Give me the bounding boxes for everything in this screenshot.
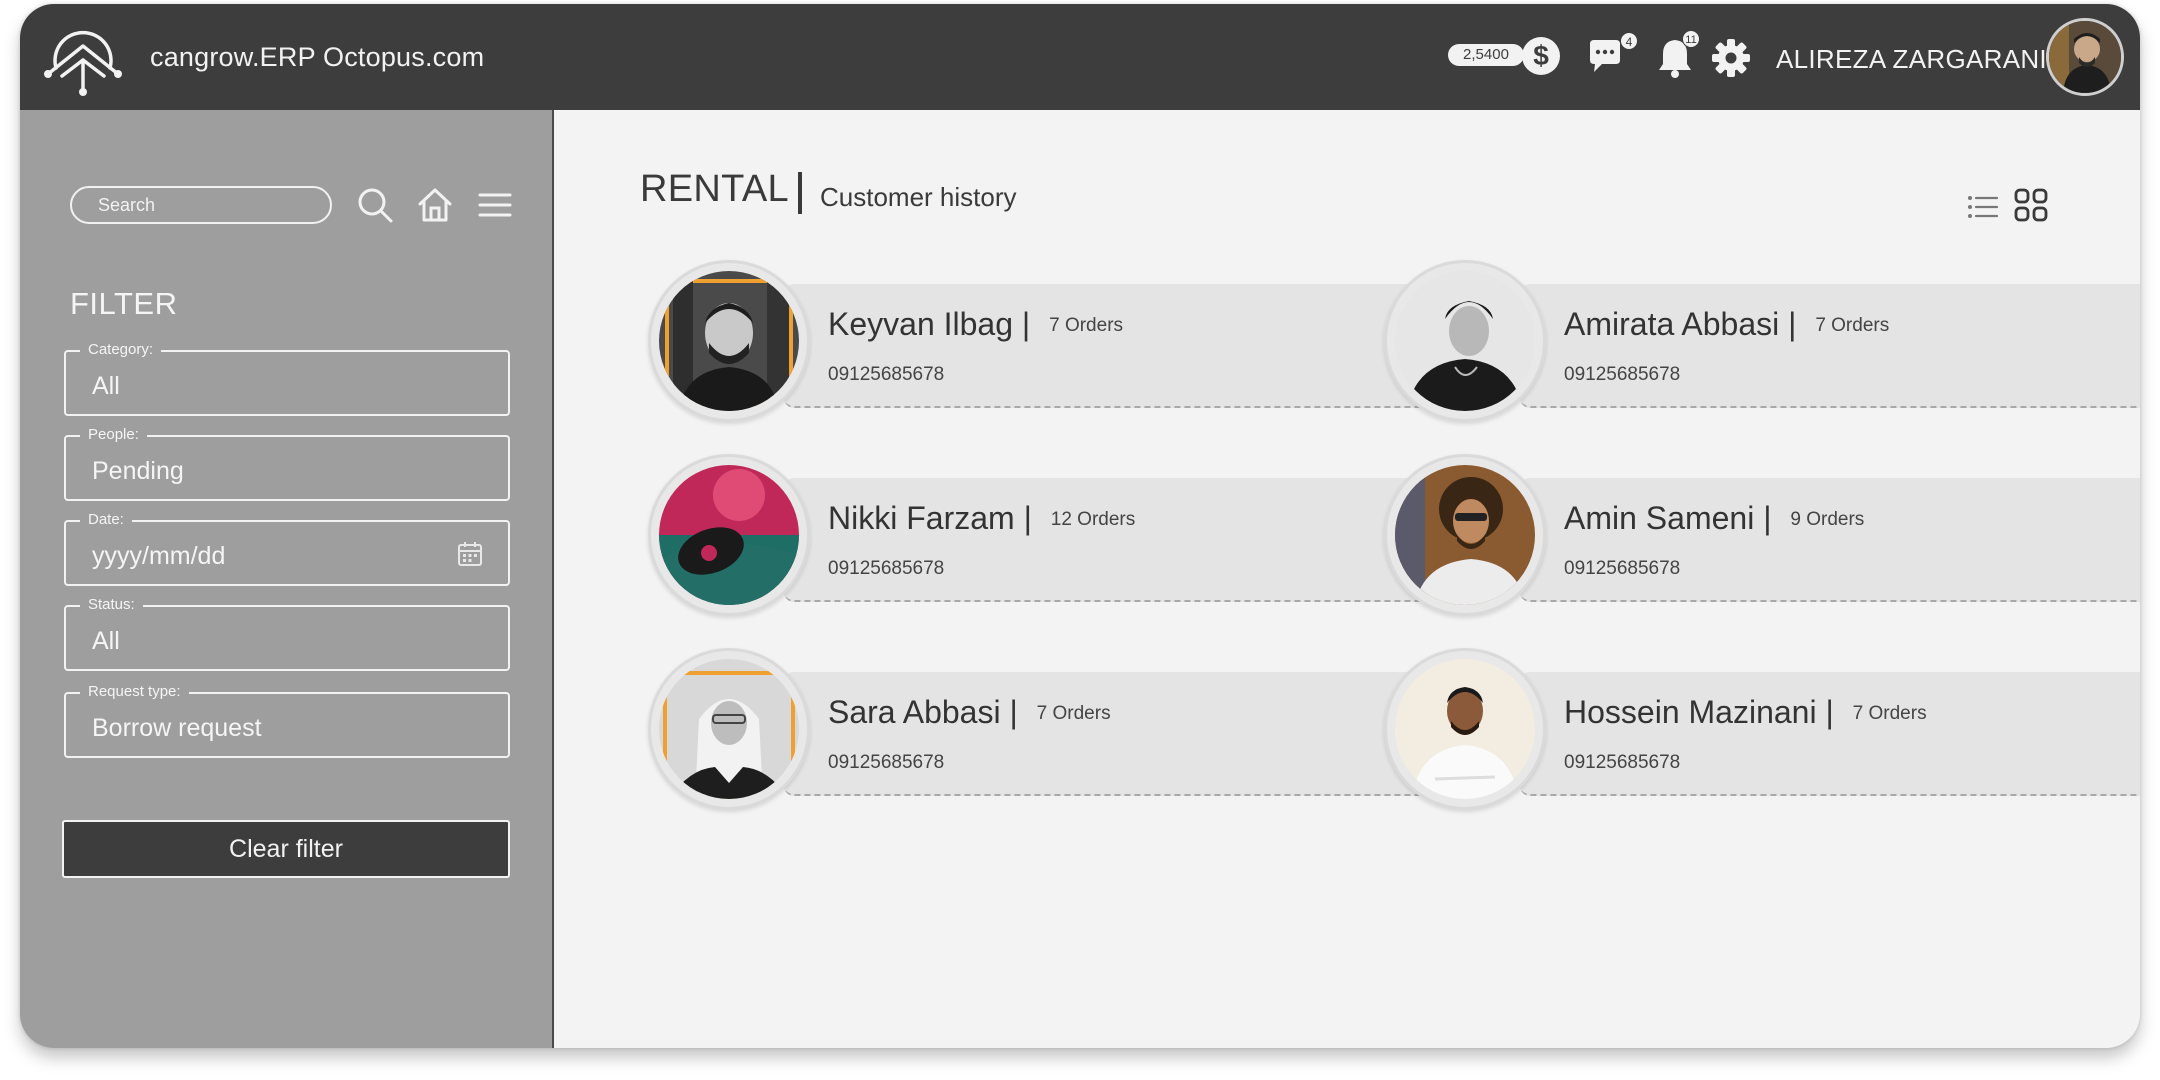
- customer-avatar: [1395, 465, 1535, 605]
- user-name[interactable]: ALIREZA ZARGARANI: [1776, 44, 2047, 75]
- page-subtitle: Customer history: [820, 182, 1017, 212]
- customer-card[interactable]: Hossein Mazinani | 7 Orders 09125685678: [1384, 648, 2140, 810]
- app-title: cangrow.ERP Octopus.com: [150, 42, 485, 72]
- date-field[interactable]: Date: yyyy/mm/dd: [64, 511, 510, 586]
- date-value: yyyy/mm/dd: [92, 542, 226, 570]
- customer-orders: 9 Orders: [1790, 509, 1865, 530]
- app-window: cangrow.ERP Octopus.com 2,5400 $ 4 11 AL…: [20, 4, 2140, 1048]
- category-value: All: [92, 372, 120, 400]
- customer-name: Sara Abbasi | 7 Orders: [828, 694, 1111, 730]
- customer-avatar-frame: [648, 260, 810, 422]
- search-input[interactable]: [70, 186, 332, 224]
- people-value: Pending: [92, 457, 184, 485]
- status-select[interactable]: Status: All: [64, 596, 510, 671]
- customer-avatar-frame: [1384, 454, 1546, 616]
- logo-icon[interactable]: [42, 16, 124, 98]
- customer-avatar: [1395, 659, 1535, 799]
- customer-avatar: [1395, 271, 1535, 411]
- request-type-value: Borrow request: [92, 714, 262, 742]
- customer-phone: 09125685678: [828, 364, 945, 385]
- main-content: RENTAL Customer history Keyvan Ilbag | 7…: [556, 110, 2140, 1048]
- customer-card[interactable]: Amin Sameni | 9 Orders 09125685678: [1384, 454, 2140, 616]
- customer-avatar: [659, 465, 799, 605]
- customer-avatar: [659, 271, 799, 411]
- customer-phone: 09125685678: [1564, 558, 1681, 579]
- menu-icon[interactable]: [474, 184, 516, 226]
- date-label: Date:: [80, 511, 132, 528]
- balance-amount[interactable]: 2,5400: [1448, 44, 1524, 66]
- customer-phone: 09125685678: [1564, 752, 1681, 773]
- people-label: People:: [80, 426, 147, 443]
- list-view-icon[interactable]: [1966, 192, 2000, 222]
- customer-avatar-frame: [1384, 648, 1546, 810]
- messages-badge: 4: [1620, 32, 1638, 50]
- filter-sidebar: FILTER Category: All People: Pending Dat…: [20, 110, 554, 1048]
- customer-orders: 12 Orders: [1050, 509, 1136, 530]
- customer-phone: 09125685678: [1564, 364, 1681, 385]
- customer-avatar-frame: [648, 454, 810, 616]
- home-icon[interactable]: [414, 184, 456, 226]
- customer-orders: 7 Orders: [1852, 703, 1927, 724]
- request-type-label: Request type:: [80, 683, 189, 700]
- customer-card[interactable]: Keyvan Ilbag | 7 Orders 09125685678: [648, 260, 1450, 422]
- customer-card[interactable]: Sara Abbasi | 7 Orders 09125685678: [648, 648, 1450, 810]
- customer-name: Hossein Mazinani | 7 Orders: [1564, 694, 1927, 730]
- customer-phone: 09125685678: [828, 558, 945, 579]
- search-icon[interactable]: [354, 184, 396, 226]
- people-select[interactable]: People: Pending: [64, 426, 510, 501]
- customer-phone: 09125685678: [828, 752, 945, 773]
- customer-card[interactable]: Amirata Abbasi | 7 Orders 09125685678: [1384, 260, 2140, 422]
- dollar-icon[interactable]: $: [1522, 37, 1560, 75]
- status-value: All: [92, 627, 120, 655]
- clear-filter-button[interactable]: Clear filter: [62, 820, 510, 878]
- customer-name: Amirata Abbasi | 7 Orders: [1564, 306, 1890, 342]
- grid-view-icon[interactable]: [2014, 188, 2048, 222]
- title-divider: [798, 172, 802, 214]
- request-type-select[interactable]: Request type: Borrow request: [64, 683, 510, 758]
- page-title: RENTAL: [640, 168, 789, 210]
- category-select[interactable]: Category: All: [64, 341, 510, 416]
- customer-card[interactable]: Nikki Farzam | 12 Orders 09125685678: [648, 454, 1450, 616]
- calendar-icon[interactable]: [456, 540, 484, 568]
- customer-orders: 7 Orders: [1049, 315, 1124, 336]
- customer-name: Nikki Farzam | 12 Orders: [828, 500, 1136, 536]
- category-label: Category:: [80, 341, 162, 358]
- status-label: Status:: [80, 596, 143, 613]
- customer-name: Keyvan Ilbag | 7 Orders: [828, 306, 1124, 342]
- customer-orders: 7 Orders: [1815, 315, 1890, 336]
- user-avatar[interactable]: [2046, 18, 2124, 96]
- notifications-badge: 11: [1682, 30, 1700, 48]
- customer-avatar-frame: [1384, 260, 1546, 422]
- customer-name: Amin Sameni | 9 Orders: [1564, 500, 1865, 536]
- gear-icon[interactable]: [1710, 37, 1752, 79]
- customer-avatar: [659, 659, 799, 799]
- customer-orders: 7 Orders: [1036, 703, 1111, 724]
- top-bar: cangrow.ERP Octopus.com 2,5400 $ 4 11 AL…: [20, 4, 2140, 110]
- customer-avatar-frame: [648, 648, 810, 810]
- filter-title: FILTER: [70, 286, 178, 321]
